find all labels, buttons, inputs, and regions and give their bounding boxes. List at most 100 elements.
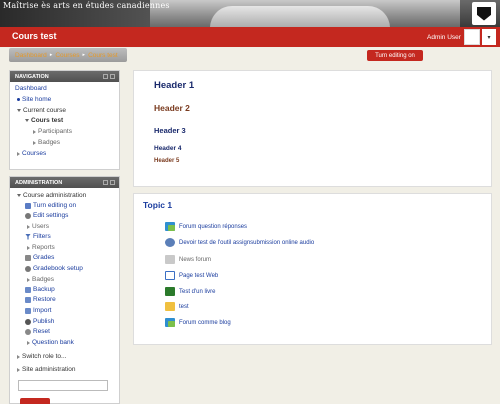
news-forum-icon — [165, 255, 175, 264]
admin-reset[interactable]: Reset — [25, 328, 50, 335]
collapsed-icon — [27, 277, 30, 282]
nav-participants[interactable]: Participants — [33, 128, 72, 135]
heading-4: Header 4 — [154, 145, 182, 152]
admin-question-bank[interactable]: Question bank — [27, 339, 74, 346]
heading-2: Header 2 — [154, 103, 190, 113]
user-menu-name[interactable]: Admin User — [427, 34, 461, 41]
collapsed-icon — [17, 354, 20, 359]
collapse-icon[interactable] — [110, 74, 115, 79]
dock-icon[interactable] — [103, 74, 108, 79]
page-header — [0, 27, 500, 47]
breadcrumb-separator: ▸ — [82, 52, 86, 58]
activity-label: Forum comme blog — [179, 319, 231, 326]
admin-search-input[interactable] — [18, 380, 108, 391]
activity-news-forum[interactable]: News forum — [165, 255, 211, 264]
admin-grades[interactable]: Grades — [25, 254, 54, 261]
admin-switch-role[interactable]: Switch role to... — [17, 353, 66, 360]
avatar[interactable] — [464, 29, 480, 45]
block-controls[interactable] — [103, 180, 115, 185]
shield-icon — [477, 6, 491, 21]
admin-gradebook-setup[interactable]: Gradebook setup — [25, 265, 83, 272]
breadcrumb-dashboard[interactable]: Dashboard — [15, 52, 47, 59]
breadcrumb-course[interactable]: Cours test — [88, 52, 118, 59]
heading-1: Header 1 — [154, 80, 195, 91]
admin-restore[interactable]: Restore — [25, 296, 56, 303]
forum-icon — [165, 318, 175, 327]
admin-site-administration[interactable]: Site administration — [17, 366, 75, 373]
activity-label: Forum question réponses — [179, 223, 248, 230]
admin-search-button[interactable] — [20, 398, 50, 404]
nav-site-home-label: Site home — [22, 96, 52, 103]
breadcrumb-separator: ▸ — [49, 52, 53, 58]
admin-import[interactable]: Import — [25, 307, 51, 314]
nav-courses-label: Courses — [22, 150, 47, 157]
admin-item-label: Publish — [33, 318, 55, 325]
dock-icon[interactable] — [103, 180, 108, 185]
nav-current-course[interactable]: Current course — [17, 107, 66, 114]
admin-course-administration[interactable]: Course administration — [17, 192, 86, 199]
admin-turn-editing-on[interactable]: Turn editing on — [25, 202, 76, 209]
admin-item-label: Turn editing on — [33, 202, 77, 209]
admin-reports[interactable]: Reports — [27, 244, 55, 251]
nav-site-home[interactable]: Site home — [17, 96, 51, 103]
activity-label: News forum — [179, 256, 212, 263]
nav-badges[interactable]: Badges — [33, 139, 60, 146]
book-icon — [165, 287, 175, 296]
administration-block-title: ADMINISTRATION — [15, 179, 63, 186]
activity-forum-blog[interactable]: Forum comme blog — [165, 318, 231, 327]
reset-icon — [25, 328, 31, 335]
admin-publish[interactable]: Publish — [25, 318, 54, 325]
pencil-icon — [25, 202, 31, 209]
upload-icon — [25, 286, 31, 293]
bullet-icon — [17, 98, 20, 101]
activity-forum-question[interactable]: Forum question réponses — [165, 222, 247, 231]
admin-item-label: Badges — [32, 276, 55, 283]
block-controls[interactable] — [103, 74, 115, 79]
activity-label: test — [179, 303, 189, 310]
admin-item-label: Filters — [33, 233, 51, 240]
admin-course-administration-label: Course administration — [23, 192, 87, 199]
admin-switch-role-label: Switch role to... — [22, 353, 67, 360]
admin-badges[interactable]: Badges — [27, 276, 54, 283]
site-banner: Maîtrise ès arts en études canadiennes — [0, 0, 500, 27]
activity-page[interactable]: Page test Web — [165, 271, 218, 280]
nav-course[interactable]: Cours test — [25, 117, 63, 124]
breadcrumb-courses[interactable]: Courses — [55, 52, 79, 59]
breadcrumb: Dashboard ▸ Courses ▸ Cours test — [9, 48, 127, 62]
forum-icon — [165, 222, 175, 231]
nav-dashboard[interactable]: Dashboard — [15, 85, 47, 92]
turn-editing-on-button[interactable]: Turn editing on — [367, 50, 423, 61]
activity-book[interactable]: Test d'un livre — [165, 287, 216, 296]
admin-item-label: Import — [33, 307, 52, 314]
publish-icon — [25, 318, 31, 325]
activity-folder[interactable]: test — [165, 302, 189, 311]
site-logo[interactable] — [472, 2, 496, 25]
download-icon — [25, 296, 31, 303]
admin-item-label: Grades — [33, 254, 55, 261]
admin-backup[interactable]: Backup — [25, 286, 55, 293]
admin-item-label: Reset — [33, 328, 50, 335]
collapse-icon[interactable] — [110, 180, 115, 185]
admin-site-administration-label: Site administration — [22, 366, 76, 373]
collapsed-icon — [27, 245, 30, 250]
heading-5: Header 5 — [154, 158, 180, 164]
collapsed-icon — [17, 151, 20, 156]
expanded-icon — [17, 109, 21, 112]
activity-assignment[interactable]: Devoir test de l'outil assignsubmission … — [165, 238, 314, 247]
nav-course-label: Cours test — [31, 117, 64, 124]
gear-icon — [25, 212, 31, 219]
admin-users[interactable]: Users — [27, 223, 49, 230]
nav-badges-label: Badges — [38, 139, 61, 146]
collapsed-icon — [33, 129, 36, 134]
administration-block-header: ADMINISTRATION — [10, 177, 119, 188]
admin-item-label: Edit settings — [33, 212, 69, 219]
activity-label: Page test Web — [179, 272, 219, 279]
nav-courses[interactable]: Courses — [17, 150, 46, 157]
admin-edit-settings[interactable]: Edit settings — [25, 212, 68, 219]
user-menu-toggle[interactable]: ▾ — [482, 29, 496, 45]
gear-icon — [25, 265, 31, 272]
assignment-icon — [165, 238, 175, 247]
navigation-block-header: NAVIGATION — [10, 71, 119, 82]
admin-filters[interactable]: Filters — [25, 233, 51, 240]
admin-item-label: Restore — [33, 296, 56, 303]
